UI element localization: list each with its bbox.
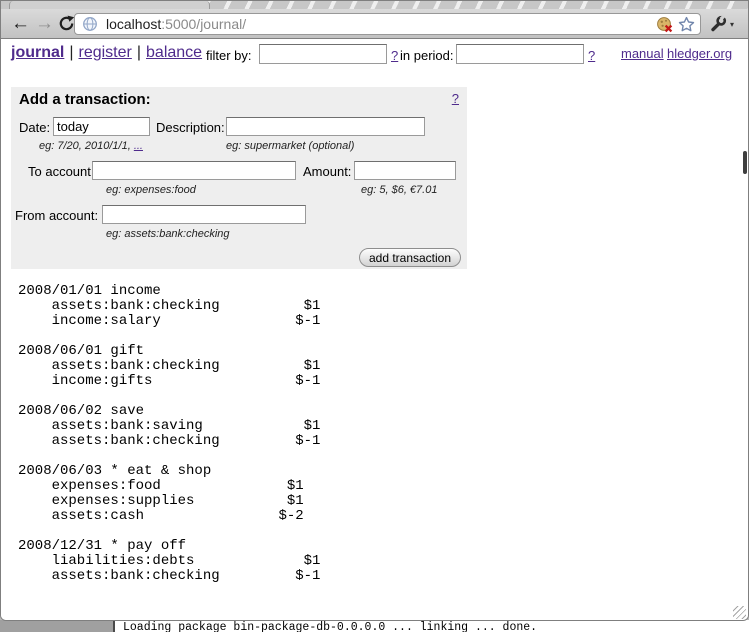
description-input[interactable] (226, 117, 425, 136)
window-resize-grip[interactable] (733, 606, 746, 619)
hledger-page: journal | register | balance filter by: ? in… (1, 39, 748, 621)
url-path: :5000/journal/ (161, 16, 246, 32)
from-account-input[interactable] (102, 205, 306, 224)
menu-dropdown-arrow-icon: ▾ (730, 20, 734, 29)
description-hint: eg: supermarket (optional) (226, 140, 354, 152)
in-period-label: in period: (400, 48, 453, 63)
wrench-menu-icon[interactable]: ▾ (709, 15, 734, 33)
hledger-navbar: journal | register | balance filter by: ? in… (1, 39, 748, 79)
address-bar[interactable]: localhost:5000/journal/ (74, 13, 701, 35)
to-account-hint: eg: expenses:food (106, 184, 196, 196)
to-account-input[interactable] (92, 161, 296, 180)
nav-link-register[interactable]: register (79, 44, 132, 61)
desktop-background-strip: Loading package bin-package-db-0.0.0.0 .… (0, 620, 749, 632)
browser-tab[interactable] (9, 1, 210, 9)
period-input[interactable] (456, 44, 584, 64)
nav-link-journal[interactable]: journal (11, 44, 64, 61)
reload-icon[interactable] (58, 15, 75, 37)
date-hint-text: eg: 7/20, 2010/1/1, (39, 140, 134, 152)
date-input[interactable] (53, 117, 150, 136)
browser-toolbar: ← → localhost:5000/journal/ (1, 9, 748, 39)
filter-input[interactable] (259, 44, 387, 64)
from-account-hint: eg: assets:bank:checking (106, 228, 230, 240)
scrollbar-thumb[interactable] (743, 151, 747, 174)
url-host: localhost (106, 16, 161, 32)
report-links: journal | register | balance (11, 44, 202, 62)
form-help-link[interactable]: ? (452, 91, 459, 106)
bookmark-star-icon[interactable] (678, 16, 695, 33)
hledger-org-link[interactable]: hledger.org (667, 46, 732, 61)
screen: Loading package bin-package-db-0.0.0.0 .… (0, 0, 749, 632)
back-icon[interactable]: ← (11, 10, 30, 38)
cookie-blocked-icon[interactable] (656, 16, 673, 33)
period-help-link[interactable]: ? (588, 48, 595, 63)
amount-hint: eg: 5, $6, €7.01 (361, 184, 437, 196)
tab-strip (1, 1, 748, 9)
globe-icon (82, 16, 98, 32)
forward-icon[interactable]: → (35, 10, 54, 38)
description-label: Description: (156, 120, 225, 135)
nav-link-balance[interactable]: balance (146, 44, 202, 61)
form-title: Add a transaction: (19, 91, 151, 108)
add-transaction-form: Add a transaction: ? Date: Description: … (11, 87, 467, 269)
filter-help-link[interactable]: ? (391, 48, 398, 63)
date-hint: eg: 7/20, 2010/1/1, ... (39, 140, 143, 152)
to-account-label: To account: (28, 164, 95, 179)
browser-window: ← → localhost:5000/journal/ (0, 0, 749, 621)
terminal-window-peek: Loading package bin-package-db-0.0.0.0 .… (113, 620, 749, 632)
from-account-label: From account: (15, 208, 98, 223)
terminal-output: Loading package bin-package-db-0.0.0.0 .… (123, 621, 537, 632)
date-label: Date: (19, 120, 50, 135)
date-hint-more-link[interactable]: ... (134, 140, 143, 152)
nav-separator: | (69, 44, 73, 61)
add-transaction-button[interactable]: add transaction (359, 248, 461, 267)
url-text[interactable]: localhost:5000/journal/ (106, 16, 656, 32)
nav-separator: | (137, 44, 141, 61)
amount-label: Amount: (303, 164, 351, 179)
journal-text: 2008/01/01 income assets:bank:checking $… (18, 284, 320, 584)
amount-input[interactable] (354, 161, 456, 180)
manual-link[interactable]: manual (621, 46, 664, 61)
filter-by-label: filter by: (206, 48, 252, 63)
